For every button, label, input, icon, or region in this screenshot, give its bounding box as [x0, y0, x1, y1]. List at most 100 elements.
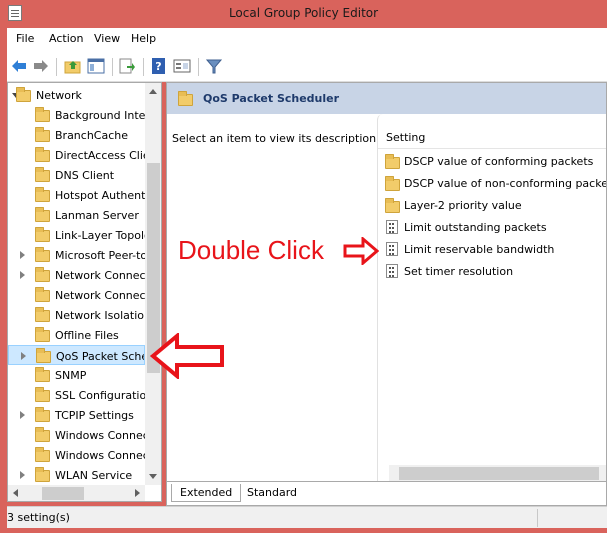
folder-icon	[35, 327, 50, 342]
tree-item-label: SNMP	[55, 369, 87, 382]
toolbar-separator	[198, 58, 199, 76]
tree-item-label: Background Intellig	[55, 109, 145, 122]
list-item[interactable]: DSCP value of conforming packets	[384, 151, 606, 171]
tree-item[interactable]: SSL Configuration S	[8, 385, 145, 405]
list-item-label: Set timer resolution	[404, 265, 514, 278]
list-item-label: Limit outstanding packets	[404, 221, 547, 234]
toolbar-separator	[143, 58, 144, 76]
tree-item[interactable]: Network Isolation	[8, 305, 145, 325]
tree-item-label: Network Isolation	[55, 309, 145, 322]
folder-icon	[178, 91, 193, 106]
menu-help[interactable]: Help	[131, 32, 156, 45]
status-divider	[537, 509, 538, 527]
folder-open-icon	[16, 87, 31, 102]
window-title: Local Group Policy Editor	[228, 6, 379, 20]
folder-icon	[35, 407, 50, 422]
folder-icon	[36, 348, 51, 363]
tree-item[interactable]: DirectAccess Client	[8, 145, 145, 165]
folder-icon	[35, 287, 50, 302]
tree-item-label: Link-Layer Topolog	[55, 229, 145, 242]
properties-icon[interactable]	[173, 57, 191, 75]
list-item[interactable]: DSCP value of non-conforming packets	[384, 173, 606, 193]
tree-item[interactable]: Windows Connect I	[8, 425, 145, 445]
help-icon[interactable]: ?	[150, 57, 168, 75]
annotation-right-arrow-icon	[343, 237, 379, 265]
tree-horizontal-scrollbar[interactable]	[8, 485, 145, 501]
view-tabs: Extended Standard	[166, 482, 607, 506]
app-window: Local Group Policy Editor File Action Vi…	[0, 0, 607, 533]
tab-extended[interactable]: Extended	[171, 484, 242, 502]
tree-item[interactable]: Link-Layer Topolog	[8, 225, 145, 245]
scroll-left-icon[interactable]	[13, 489, 18, 497]
policy-setting-icon	[386, 242, 398, 256]
tree-item[interactable]: WLAN Service	[8, 465, 145, 485]
tree-item[interactable]: DNS Client	[8, 165, 145, 185]
tree-item-qos-packet-scheduler[interactable]: QoS Packet Schedu	[8, 345, 145, 365]
folder-icon	[35, 167, 50, 182]
list-item[interactable]: Limit outstanding packets	[384, 217, 606, 237]
show-hide-tree-icon[interactable]	[87, 57, 105, 75]
menu-action[interactable]: Action	[49, 32, 83, 45]
expand-arrow-icon[interactable]	[20, 471, 25, 479]
menu-bar: File Action View Help	[7, 28, 607, 50]
list-item[interactable]: Set timer resolution	[384, 261, 606, 281]
toolbar-separator	[112, 58, 113, 76]
scrollbar-thumb[interactable]	[399, 467, 599, 480]
tree-item[interactable]: Microsoft Peer-to-P	[8, 245, 145, 265]
folder-icon	[35, 147, 50, 162]
tree-item[interactable]: Background Intellig	[8, 105, 145, 125]
toolbar-separator	[56, 58, 57, 76]
details-title: QoS Packet Scheduler	[203, 92, 340, 105]
tree-item[interactable]: TCPIP Settings	[8, 405, 145, 425]
folder-icon	[35, 247, 50, 262]
scroll-right-icon[interactable]	[135, 489, 140, 497]
tab-standard[interactable]: Standard	[239, 484, 305, 502]
list-item-label: DSCP value of conforming packets	[404, 155, 594, 168]
menu-view[interactable]: View	[94, 32, 120, 45]
toolbar: ?	[7, 50, 607, 82]
expand-arrow-icon[interactable]	[20, 271, 25, 279]
list-item-limit-reservable-bandwidth[interactable]: Limit reservable bandwidth	[384, 239, 606, 259]
scroll-up-icon[interactable]	[149, 89, 157, 94]
back-arrow-icon[interactable]	[10, 57, 28, 75]
folder-icon	[35, 187, 50, 202]
filter-icon[interactable]	[205, 57, 223, 75]
column-header-setting[interactable]: Setting	[378, 128, 606, 149]
list-item[interactable]: Layer-2 priority value	[384, 195, 606, 215]
list-item-label: Layer-2 priority value	[404, 199, 522, 212]
tree-item[interactable]: Windows Connectio	[8, 445, 145, 465]
annotation-double-click: Double Click	[178, 235, 324, 265]
tree-item[interactable]: SNMP	[8, 365, 145, 385]
tree-item[interactable]: Lanman Server	[8, 205, 145, 225]
expand-arrow-icon[interactable]	[20, 251, 25, 259]
tree-item[interactable]: Offline Files	[8, 325, 145, 345]
folder-icon	[35, 467, 50, 482]
tree-item[interactable]: Network Connectiv	[8, 285, 145, 305]
details-header: QoS Packet Scheduler	[167, 83, 606, 114]
forward-arrow-icon[interactable]	[32, 57, 50, 75]
scrollbar-thumb[interactable]	[42, 487, 84, 500]
expand-arrow-icon[interactable]	[21, 352, 26, 360]
tree-item[interactable]: Hotspot Authentica	[8, 185, 145, 205]
svg-text:?: ?	[155, 60, 161, 73]
tree-item-label: Offline Files	[55, 329, 119, 342]
expand-arrow-icon[interactable]	[20, 411, 25, 419]
tree-item-label: QoS Packet Schedu	[56, 350, 144, 363]
folder-icon	[35, 207, 50, 222]
tree-vertical-scrollbar[interactable]	[145, 83, 161, 485]
column-header-label: Setting	[386, 131, 426, 144]
title-bar[interactable]: Local Group Policy Editor	[0, 0, 607, 27]
tree-item-network[interactable]: Network	[8, 85, 145, 105]
tree-item[interactable]: Network Connectio	[8, 265, 145, 285]
menu-file[interactable]: File	[16, 32, 34, 45]
navigation-tree: Network Background Intellig BranchCache …	[7, 82, 162, 502]
policy-setting-icon	[386, 220, 398, 234]
folder-icon	[385, 176, 400, 191]
details-horizontal-scrollbar[interactable]	[389, 465, 606, 481]
export-list-icon[interactable]	[118, 57, 136, 75]
scroll-down-icon[interactable]	[149, 474, 157, 479]
tree-item[interactable]: BranchCache	[8, 125, 145, 145]
details-pane: QoS Packet Scheduler Select an item to v…	[166, 82, 607, 482]
up-folder-icon[interactable]	[64, 57, 82, 75]
tree-item-label: Microsoft Peer-to-P	[55, 249, 145, 262]
